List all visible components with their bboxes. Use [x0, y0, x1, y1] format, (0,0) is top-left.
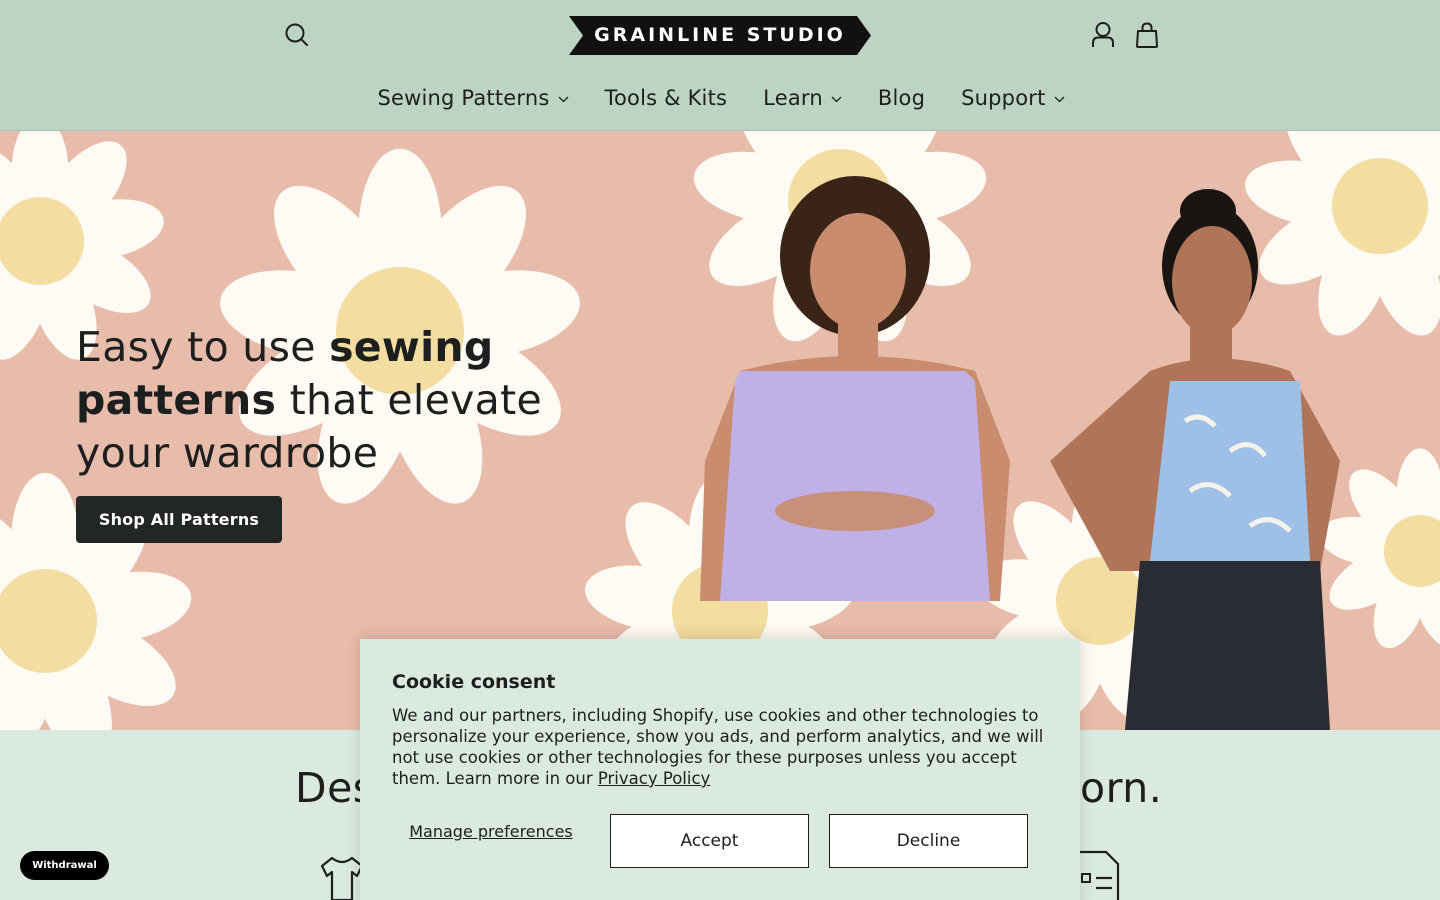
site-header: GRAINLINE STUDIO Sewing Patterns Tools &… — [0, 0, 1440, 131]
chevron-down-icon — [831, 96, 842, 102]
logo-text: GRAINLINE STUDIO — [594, 24, 846, 46]
cookie-consent-dialog: Cookie consent We and our partners, incl… — [360, 639, 1080, 900]
nav-item-sewing-patterns[interactable]: Sewing Patterns — [377, 86, 568, 110]
nav-label: Blog — [877, 86, 926, 110]
nav-label: Learn — [763, 86, 823, 110]
shop-all-patterns-button[interactable]: Shop All Patterns — [76, 496, 282, 543]
user-icon[interactable] — [1090, 21, 1116, 49]
nav-label: Tools & Kits — [604, 86, 728, 110]
manage-preferences-link[interactable]: Manage preferences — [392, 822, 590, 841]
main-nav: Sewing Patterns Tools & Kits Learn Blog … — [0, 76, 1440, 120]
cookie-title: Cookie consent — [392, 671, 556, 693]
hero-heading-part1: Easy to use — [76, 323, 330, 371]
decline-button[interactable]: Decline — [829, 814, 1028, 868]
nav-label: Support — [961, 86, 1046, 110]
nav-item-tools-kits[interactable]: Tools & Kits — [605, 86, 728, 110]
chevron-down-icon — [558, 96, 568, 102]
accept-button[interactable]: Accept — [610, 814, 809, 868]
search-icon[interactable] — [284, 22, 310, 48]
withdrawal-button[interactable]: Withdrawal — [20, 851, 109, 880]
chevron-down-icon — [1054, 96, 1064, 102]
nav-item-blog[interactable]: Blog — [878, 86, 925, 110]
nav-item-learn[interactable]: Learn — [763, 86, 842, 110]
cookie-actions: Manage preferences Accept Decline — [392, 814, 1048, 868]
tshirt-icon — [320, 856, 364, 900]
shopping-bag-icon[interactable] — [1134, 21, 1160, 49]
nav-label: Sewing Patterns — [377, 86, 550, 110]
privacy-policy-link[interactable]: Privacy Policy — [598, 769, 710, 788]
hero-heading: Easy to use sewing patterns that elevate… — [76, 321, 556, 480]
pattern-document-icon — [1080, 850, 1120, 900]
section-heading-right: orn. — [1080, 764, 1163, 812]
nav-item-support[interactable]: Support — [961, 86, 1064, 110]
cookie-text: We and our partners, including Shopify, … — [392, 705, 1052, 789]
cookie-description: We and our partners, including Shopify, … — [392, 706, 1044, 788]
site-logo[interactable]: GRAINLINE STUDIO — [569, 16, 871, 55]
